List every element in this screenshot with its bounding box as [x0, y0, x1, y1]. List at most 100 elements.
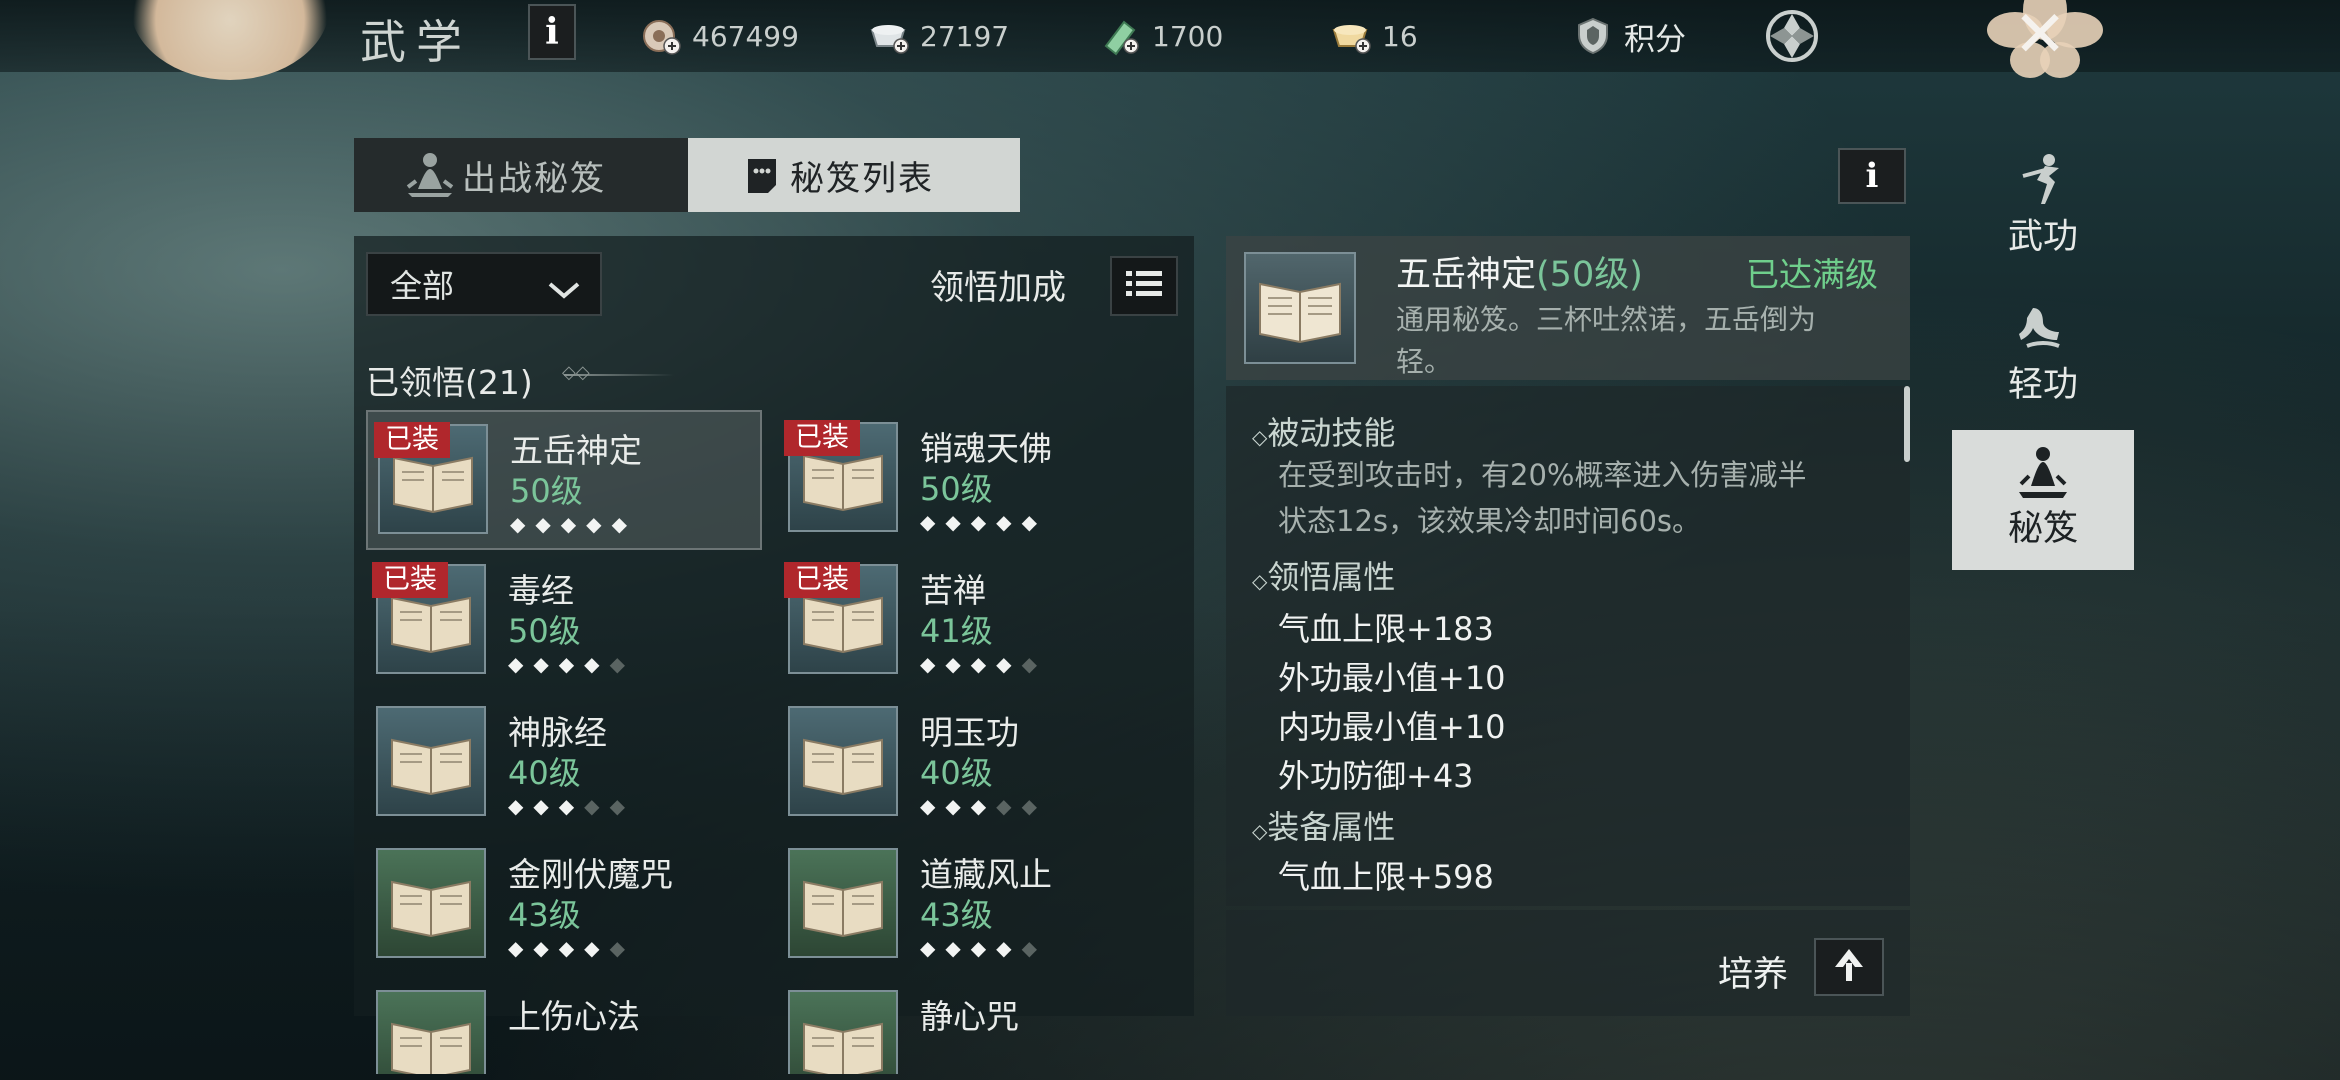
comprehend-title-text: 领悟属性 [1267, 558, 1396, 596]
equipped-badge: 已装 [784, 562, 860, 598]
tab-manual-list[interactable]: 秘笈列表 [688, 138, 1020, 212]
manual-card[interactable]: 神脉经 40级 ◆◆◆◆◆ [366, 694, 762, 834]
manual-name: 明玉功 [920, 713, 1019, 752]
detail-name-text: 五岳神定 [1396, 255, 1537, 295]
equip-attr: 气血上限+598 [1278, 858, 1494, 896]
tab-battle-label: 出战秘笈 [462, 158, 606, 199]
manual-card[interactable]: 静心咒 [778, 978, 1174, 1074]
jade-value: 1700 [1152, 19, 1224, 53]
star-filled-icon: ◆ [920, 652, 946, 676]
side-nav-manuals-label: 秘笈 [2007, 509, 2078, 549]
learned-header: 已领悟(21) [366, 363, 533, 402]
star-empty-icon: ◆ [1021, 652, 1047, 676]
star-filled-icon: ◆ [558, 652, 585, 676]
manual-level: 40级 [920, 754, 993, 792]
passive-text-1: 在受到攻击时，有20%概率进入伤害减半 [1278, 458, 1807, 492]
detail-name: 五岳神定(50级) [1396, 246, 1643, 297]
equipped-badge: 已装 [374, 422, 450, 458]
manual-book-icon [376, 706, 486, 816]
manual-name: 毒经 [508, 571, 574, 610]
star-filled-icon: ◆ [970, 936, 997, 960]
star-filled-icon: ◆ [945, 652, 971, 676]
manual-level: 50级 [510, 472, 583, 510]
points-button[interactable]: 积分 [1572, 14, 1686, 58]
star-filled-icon: ◆ [508, 794, 534, 818]
emblem-icon[interactable] [1762, 6, 1822, 66]
filter-dropdown[interactable]: 全部 [366, 252, 602, 316]
currency-jade[interactable]: 1700 [1100, 14, 1223, 58]
header-diamond-icon: ◇◇ [562, 362, 590, 383]
manual-card[interactable]: 已装 苦禅 41级 ◆◆◆◆◆ [778, 552, 1174, 692]
equipped-badge: 已装 [372, 562, 448, 598]
bonus-list-button[interactable] [1110, 256, 1178, 316]
star-filled-icon: ◆ [945, 936, 971, 960]
star-filled-icon: ◆ [996, 652, 1022, 676]
cultivate-button[interactable] [1814, 938, 1884, 996]
equip-title: ◇装备属性 [1252, 802, 1395, 848]
star-empty-icon: ◆ [1021, 794, 1047, 818]
qinggong-icon [1952, 300, 2134, 356]
star-rating: ◆◆◆◆◆ [508, 652, 635, 676]
side-nav-martial[interactable]: 武功 [1952, 148, 2134, 288]
manual-card[interactable]: 已装 毒经 50级 ◆◆◆◆◆ [366, 552, 762, 692]
manual-card[interactable]: 道藏风止 43级 ◆◆◆◆◆ [778, 836, 1174, 976]
passive-text-2: 状态12s，该效果冷却时间60s。 [1278, 504, 1702, 538]
star-empty-icon: ◆ [1021, 936, 1047, 960]
shield-badge-icon [1572, 15, 1614, 57]
star-rating: ◆◆◆◆◆ [510, 512, 637, 536]
manual-level: 43级 [920, 896, 993, 934]
star-filled-icon: ◆ [533, 794, 559, 818]
star-filled-icon: ◆ [945, 510, 971, 534]
manual-card[interactable]: 金刚伏魔咒 43级 ◆◆◆◆◆ [366, 836, 762, 976]
manual-name: 五岳神定 [510, 431, 642, 470]
title-info-button[interactable]: i [528, 4, 576, 60]
manual-book-icon [788, 848, 898, 958]
manual-card[interactable]: 上伤心法 [366, 978, 762, 1074]
detail-level: (50级) [1536, 255, 1643, 295]
star-filled-icon: ◆ [586, 512, 612, 536]
star-rating: ◆◆◆◆◆ [920, 652, 1047, 676]
panel-info-button[interactable]: i [1838, 148, 1906, 204]
manual-card[interactable]: 明玉功 40级 ◆◆◆◆◆ [778, 694, 1174, 834]
equipped-badge: 已装 [784, 420, 860, 456]
star-empty-icon: ◆ [609, 794, 635, 818]
equip-title-text: 装备属性 [1267, 808, 1396, 846]
star-filled-icon: ◆ [508, 936, 534, 960]
side-nav-qinggong-label: 轻功 [2007, 365, 2078, 405]
manual-book-icon [788, 706, 898, 816]
side-nav-manuals[interactable]: 秘笈 [1952, 430, 2134, 570]
currency-silver[interactable]: 27197 [868, 14, 1009, 58]
star-filled-icon: ◆ [996, 510, 1022, 534]
star-filled-icon: ◆ [920, 510, 946, 534]
star-filled-icon: ◆ [584, 652, 610, 676]
manual-level: 41级 [920, 612, 993, 650]
star-filled-icon: ◆ [533, 936, 559, 960]
close-button[interactable]: ✕ [1995, 0, 2085, 72]
coins-value: 467499 [692, 19, 799, 53]
star-rating: ◆◆◆◆◆ [920, 936, 1047, 960]
star-filled-icon: ◆ [558, 936, 585, 960]
tab-battle-manuals[interactable]: 出战秘笈 [354, 138, 688, 212]
manual-name: 苦禅 [920, 571, 986, 610]
currency-gold[interactable]: 16 [1330, 14, 1418, 58]
currency-coins[interactable]: 467499 [640, 14, 799, 58]
star-filled-icon: ◆ [584, 936, 610, 960]
comprehend-attr: 内功最小值+10 [1278, 708, 1506, 746]
star-filled-icon: ◆ [970, 794, 997, 818]
manual-name: 静心咒 [920, 997, 1019, 1036]
detail-scrollbar[interactable] [1904, 386, 1910, 462]
side-nav-qinggong[interactable]: 轻功 [1952, 296, 2134, 436]
manual-card[interactable]: 已装 销魂天佛 50级 ◆◆◆◆◆ [778, 410, 1174, 550]
manual-card[interactable]: 已装 五岳神定 50级 ◆◆◆◆◆ [366, 410, 762, 550]
star-filled-icon: ◆ [996, 936, 1022, 960]
manual-level: 40级 [508, 754, 581, 792]
diamond-icon: ◇ [1252, 425, 1268, 449]
meditation-icon [1952, 444, 2134, 500]
cultivate-label: 培养 [1718, 955, 1789, 995]
star-filled-icon: ◆ [970, 510, 997, 534]
jade-icon [1100, 15, 1142, 57]
bonus-label: 领悟加成 [930, 268, 1066, 308]
tab-list-label: 秘笈列表 [790, 158, 934, 199]
star-empty-icon: ◆ [996, 794, 1022, 818]
detail-description-2: 轻。 [1396, 345, 1453, 378]
